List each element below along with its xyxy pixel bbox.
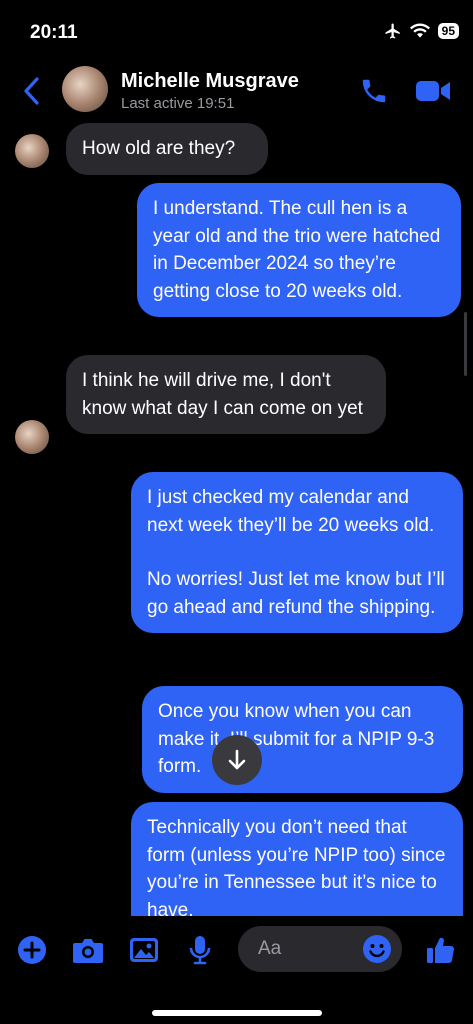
thumbs-up-icon (427, 937, 454, 963)
message-text: No worries! Just let me know but I’ll go… (147, 569, 445, 618)
message-text: Once you know when you can make it, I’ll… (158, 701, 435, 777)
last-active-status: Last active 19:51 (121, 95, 235, 112)
sender-avatar[interactable] (15, 420, 49, 454)
camera-button[interactable] (72, 934, 104, 966)
camera-icon (73, 939, 103, 963)
message-bubble-outgoing[interactable]: I just checked my calendar and next week… (131, 472, 463, 633)
battery-indicator: 95 (437, 23, 459, 39)
gallery-button[interactable] (128, 934, 160, 966)
chat-header: Michelle Musgrave Last active 19:51 (0, 62, 473, 120)
message-bubble-incoming[interactable]: I think he will drive me, I don't know w… (66, 355, 386, 434)
microphone-icon (189, 936, 211, 965)
contact-avatar[interactable] (62, 66, 108, 112)
message-bubble-outgoing[interactable]: Technically you don’t need that form (un… (131, 802, 463, 916)
status-bar: 20:11 95 (0, 0, 473, 62)
voice-button[interactable] (184, 934, 216, 966)
scrollbar[interactable] (464, 312, 467, 376)
message-text: I think he will drive me, I don't know w… (82, 370, 363, 419)
image-icon (130, 938, 158, 962)
plus-icon (18, 936, 46, 964)
wifi-icon (409, 23, 430, 38)
video-camera-icon[interactable] (415, 78, 451, 104)
message-text: I understand. The cull hen is a year old… (153, 198, 441, 302)
contact-name[interactable]: Michelle Musgrave (121, 70, 299, 93)
arrow-down-icon (228, 749, 246, 770)
back-chevron-icon[interactable] (20, 76, 44, 106)
message-text: Technically you don’t need that form (un… (147, 817, 446, 916)
message-bubble-outgoing[interactable]: I understand. The cull hen is a year old… (137, 183, 461, 317)
message-text: I just checked my calendar and next week… (147, 487, 435, 536)
message-bubble-incoming[interactable]: How old are they? (66, 123, 268, 175)
message-bubble-outgoing[interactable]: Once you know when you can make it, I’ll… (142, 686, 463, 793)
airplane-icon (385, 23, 400, 39)
add-button[interactable] (16, 934, 48, 966)
message-input-placeholder: Aa (258, 938, 282, 959)
emoji-icon[interactable] (362, 934, 392, 964)
message-text: How old are they? (82, 138, 236, 159)
message-composer: Aa (0, 916, 473, 1024)
sender-avatar[interactable] (15, 134, 49, 168)
status-time: 20:11 (30, 22, 78, 43)
phone-icon[interactable] (359, 76, 389, 106)
like-button[interactable] (424, 934, 456, 966)
message-input[interactable]: Aa (238, 926, 402, 972)
scroll-to-bottom-button[interactable] (212, 735, 262, 785)
message-thread[interactable]: How old are they? I understand. The cull… (0, 120, 473, 916)
home-indicator[interactable] (152, 1010, 322, 1016)
status-icons: 95 (384, 22, 459, 40)
